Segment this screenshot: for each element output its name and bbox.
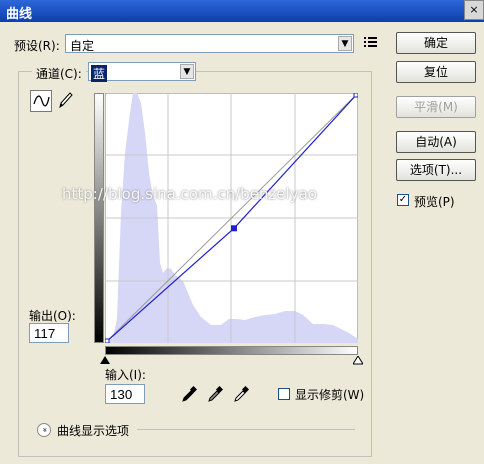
output-label: 输出(O):: [29, 309, 76, 323]
preset-label: 预设(R):: [14, 39, 60, 53]
double-chevron-down-icon: »: [40, 427, 49, 433]
title-bar: 曲线 ×: [0, 0, 484, 22]
preview-checkbox[interactable]: ✓: [397, 194, 409, 206]
chevron-down-icon: ▼: [180, 64, 194, 79]
auto-button[interactable]: 自动(A): [396, 131, 476, 153]
chevron-down-icon: ▼: [338, 36, 352, 51]
watermark-text: http://blog.sina.com.cn/benzelyao: [62, 185, 317, 203]
black-eyedropper-icon[interactable]: [181, 386, 197, 402]
gray-eyedropper-icon[interactable]: [207, 386, 223, 402]
curve-display-options-label: 曲线显示选项: [57, 424, 130, 438]
options-button[interactable]: 选项(T)...: [396, 159, 476, 181]
input-gradient-bar: [105, 346, 358, 355]
preview-label: 预览(P): [414, 195, 455, 209]
show-clipping-checkbox[interactable]: [278, 388, 290, 400]
white-eyedropper-icon[interactable]: [233, 386, 249, 402]
preset-value: 自定: [70, 39, 95, 53]
ok-button[interactable]: 确定: [396, 32, 476, 54]
reset-button[interactable]: 复位: [396, 61, 476, 83]
channel-select[interactable]: 蓝 ▼: [88, 62, 196, 82]
curve-control-point[interactable]: [230, 225, 237, 232]
expand-options-button[interactable]: »: [37, 423, 51, 437]
preset-select[interactable]: 自定 ▼: [65, 34, 354, 53]
curve-control-point[interactable]: [105, 338, 110, 343]
check-icon: ✓: [398, 194, 408, 205]
window-title: 曲线: [6, 7, 33, 22]
input-label: 输入(I):: [105, 368, 146, 382]
close-icon: ×: [469, 3, 479, 16]
channel-label: 通道(C):: [32, 65, 86, 82]
input-field[interactable]: [105, 384, 145, 404]
curve-control-point[interactable]: [353, 93, 358, 98]
curve-graph[interactable]: [105, 93, 358, 343]
white-point-slider[interactable]: [353, 356, 363, 365]
output-field[interactable]: [29, 323, 69, 343]
options-menu-icon[interactable]: [364, 36, 378, 50]
channel-value: 蓝: [91, 65, 108, 82]
smooth-button[interactable]: 平滑(M): [396, 96, 476, 118]
close-button[interactable]: ×: [464, 0, 484, 20]
black-point-slider[interactable]: [100, 356, 110, 365]
curve-tool-button[interactable]: [30, 90, 52, 112]
divider: [137, 429, 355, 430]
curve-icon: [33, 95, 50, 107]
output-gradient-bar: [94, 93, 104, 343]
pencil-icon: [59, 92, 73, 109]
show-clipping-label: 显示修剪(W): [295, 388, 365, 402]
pencil-tool-button[interactable]: [55, 90, 77, 112]
